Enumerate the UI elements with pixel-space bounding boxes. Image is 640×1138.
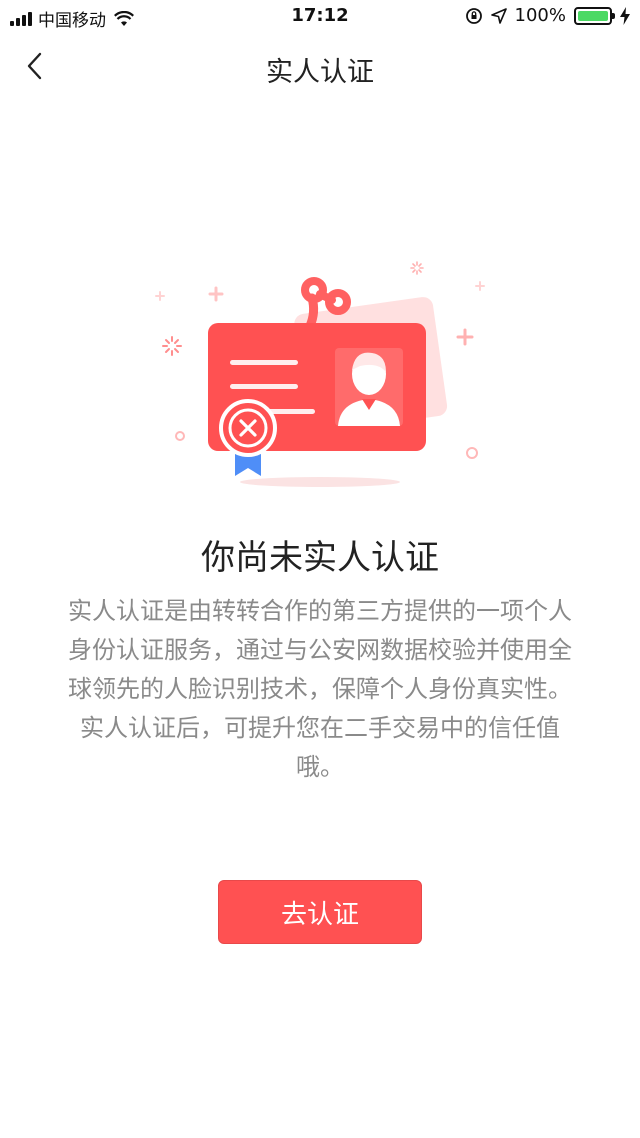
- verification-page: 中国移动 17:12 100% 实人认证 你尚未实人认证 实人认证是由转转合作的…: [0, 0, 640, 1138]
- headline: 你尚未实人认证: [201, 538, 439, 578]
- battery-level-fill: [578, 10, 608, 21]
- status-bar-right: 100%: [465, 5, 630, 26]
- unverified-badge-icon: [219, 399, 277, 476]
- battery-percentage: 100%: [514, 5, 566, 26]
- status-bar: 中国移动 17:12 100%: [0, 0, 640, 34]
- description-text: 实人认证是由转转合作的第三方提供的一项个人身份认证服务，通过与公安网数据校验并使…: [68, 597, 572, 781]
- id-card-unverified-icon: [155, 261, 485, 487]
- charging-bolt-icon: [620, 6, 630, 25]
- go-verify-button[interactable]: 去认证: [218, 880, 422, 944]
- battery-icon: [574, 6, 615, 25]
- location-arrow-icon: [490, 7, 507, 24]
- rotation-lock-icon: [465, 7, 482, 24]
- page-title: 实人认证: [266, 57, 374, 88]
- nav-bar: 实人认证: [0, 34, 640, 98]
- avatar-silhouette: [335, 348, 403, 426]
